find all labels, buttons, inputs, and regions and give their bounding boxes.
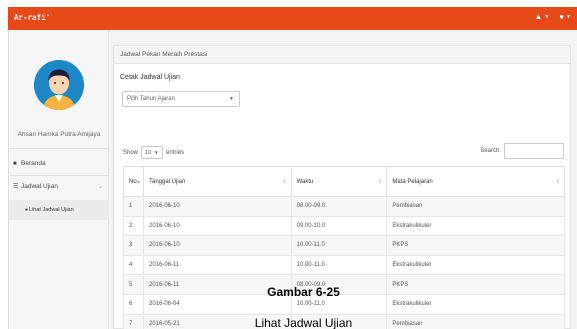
entries-value: 10 — [145, 149, 152, 156]
sidebar-item-label: Jadwal Ujian — [21, 183, 58, 190]
notification-button[interactable]: ▲ ▼ — [534, 12, 549, 21]
top-icons: ▲ ▼ ● ▼ — [534, 12, 571, 21]
bell-icon: ▲ — [534, 12, 543, 21]
entries-select[interactable]: 10 ▼ — [141, 146, 164, 159]
table-search: Search: — [480, 143, 564, 159]
sort-icon: ▲ — [136, 179, 141, 185]
user-avatar-icon — [34, 60, 84, 110]
sidebar-item-jadwal-ujian[interactable]: ☰ Jadwal Ujian ⌄ — [9, 176, 109, 197]
search-label: Search: — [480, 148, 501, 154]
chevron-down-icon: ▼ — [566, 13, 571, 20]
chevron-down-icon: ▼ — [229, 96, 234, 102]
table-header-row: No ▲ Tanggal Ujian ⇕ Waktu ⇕ Mata Pelajaran… — [123, 166, 565, 197]
table-row: 3 2016-06-10 10.00-11.0 PKPS — [123, 235, 565, 256]
cell-tanggal: 2016-06-10 — [142, 215, 292, 237]
cell-mapel: Ekstrakulikuler — [386, 254, 565, 276]
sort-icon: ⇕ — [555, 179, 560, 185]
cell-no: 1 — [123, 196, 144, 217]
sidebar-subitem-lihat-jadwal[interactable]: ● Lihat Jadwal Ujian — [9, 200, 109, 220]
sort-icon: ⇕ — [282, 179, 287, 185]
circle-icon: ● — [25, 207, 29, 213]
cell-no: 4 — [123, 254, 144, 276]
user-menu-button[interactable]: ● ▼ — [559, 12, 571, 21]
cell-mapel: Pembiasan — [386, 196, 565, 217]
search-input[interactable] — [504, 143, 564, 159]
cell-mapel: PKPS — [386, 235, 565, 256]
show-entries: Show 10 ▼ entries — [123, 146, 184, 159]
figure-number: Gambar 6-25 — [267, 285, 340, 299]
chevron-down-icon: ▼ — [544, 13, 550, 20]
entries-label: entries — [166, 149, 185, 156]
column-header-waktu[interactable]: Waktu ⇕ — [290, 166, 388, 197]
top-navbar: Ar-rafi' ▲ ▼ ● ▼ — [8, 7, 577, 30]
print-schedule-label: Cetak Jadwal Ujian — [120, 74, 180, 81]
brand-logo[interactable]: Ar-rafi' — [14, 13, 50, 22]
home-icon: ■ — [13, 160, 17, 167]
sidebar-item-label: Beranda — [21, 160, 46, 167]
sort-icon: ⇕ — [378, 179, 383, 185]
cell-tanggal: 2016-06-10 — [142, 196, 292, 217]
sidebar-divider — [9, 148, 109, 149]
column-header-no[interactable]: No ▲ — [123, 166, 144, 197]
cell-no: 3 — [123, 235, 144, 256]
chevron-down-icon: ▼ — [154, 150, 159, 155]
cell-no: 2 — [123, 215, 144, 237]
school-year-select[interactable]: Pilih Tahun Ajaran ▼ — [122, 91, 240, 107]
column-header-tanggal[interactable]: Tanggal Ujian ⇕ — [142, 166, 292, 197]
schedule-table: No ▲ Tanggal Ujian ⇕ Waktu ⇕ Mata Pelajaran… — [123, 166, 565, 329]
school-year-select-value: Pilih Tahun Ajaran — [127, 96, 175, 102]
cell-mapel: Ekstrakulikuler — [386, 215, 565, 237]
column-header-mata-pelajaran[interactable]: Mata Pelajaran ⇕ — [386, 166, 565, 197]
sidebar-item-beranda[interactable]: ■ Beranda — [9, 153, 109, 174]
panel-title: Jadwal Pekan Meraih Prestasi — [114, 46, 570, 64]
user-name: Ahsan Hamka Putra Amijaya — [17, 131, 101, 138]
avatar — [34, 60, 84, 110]
cell-tanggal: 2016-06-11 — [142, 254, 292, 276]
sidebar-subitem-label: Lihat Jadwal Ujian — [29, 207, 74, 213]
user-icon: ● — [559, 12, 565, 21]
table-row: 1 2016-06-10 08.00-09.0 Pembiasan — [123, 196, 565, 217]
figure-title: Lihat Jadwal Ujian — [254, 316, 353, 329]
cell-waktu: 10.00-11.0 — [290, 254, 388, 276]
cell-waktu: 10.00-11.0 — [290, 235, 388, 256]
chevron-down-icon: ⌄ — [97, 184, 103, 190]
cell-waktu: 09.00-10.0 — [290, 215, 388, 237]
cell-tanggal: 2016-06-10 — [142, 235, 292, 256]
show-label: Show — [123, 149, 139, 156]
list-icon: ☰ — [13, 184, 19, 190]
table-row: 4 2016-06-11 10.00-11.0 Ekstrakulikuler — [123, 254, 565, 276]
cell-waktu: 08.00-09.0 — [290, 196, 388, 217]
table-row: 2 2016-06-10 09.00-10.0 Ekstrakulikuler — [123, 215, 565, 237]
